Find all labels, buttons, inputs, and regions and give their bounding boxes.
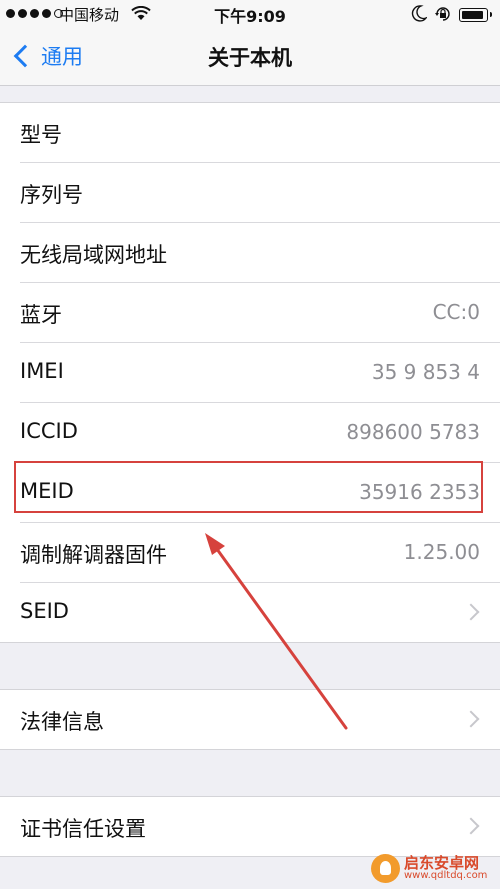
watermark-url: www.qdltdq.com [404,870,488,881]
watermark-logo-icon [371,854,400,883]
watermark: 启东安卓网 www.qdltdq.com [371,854,487,883]
watermark-name: 启东安卓网 [404,854,480,872]
annotation-arrow [205,533,348,730]
